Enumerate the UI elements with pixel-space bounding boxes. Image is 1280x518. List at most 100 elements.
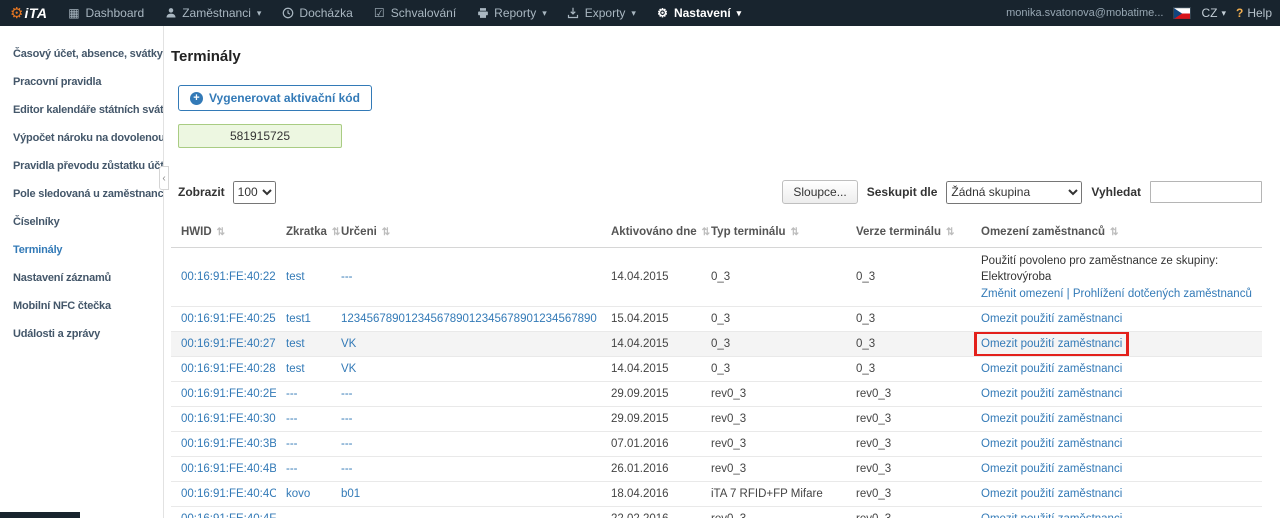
sidebar-item-record-settings[interactable]: Nastavení záznamů xyxy=(0,264,163,292)
urceni-link[interactable]: 1234567890123456789012345678901234567890 xyxy=(341,313,597,325)
chevron-down-icon: ▾ xyxy=(542,8,547,19)
restrict-usage-link[interactable]: Omezit použití zaměstnanci xyxy=(981,338,1122,350)
sidebar-item-balance-transfer-rules[interactable]: Pravidla převodu zůstatku účtů xyxy=(0,152,163,180)
urceni-link[interactable]: --- xyxy=(341,513,353,518)
header-zkratka[interactable]: Zkratka⇅ xyxy=(276,217,331,248)
sidebar-item-codelists[interactable]: Číselníky xyxy=(0,208,163,236)
urceni-link[interactable]: --- xyxy=(341,388,353,400)
zkratka-link[interactable]: test xyxy=(286,271,305,283)
chevron-down-icon: ▾ xyxy=(257,8,262,19)
view-affected-employees-link[interactable]: Prohlížení dotčených zaměstnanců xyxy=(1073,288,1252,300)
nav-label: Dashboard xyxy=(85,6,144,20)
zkratka-link[interactable]: kovo xyxy=(286,488,310,500)
sidebar-item-terminals[interactable]: Terminály xyxy=(0,236,163,264)
header-typ-terminalu[interactable]: Typ terminálu⇅ xyxy=(701,217,846,248)
urceni-cell: VK xyxy=(331,332,601,357)
terminal-version-cell: rev0_3 xyxy=(846,432,971,457)
hwid-link[interactable]: 00:16:91:FE:40:22 xyxy=(181,271,276,283)
chevron-down-icon: ▾ xyxy=(631,8,636,19)
hwid-cell: 00:16:91:FE:40:4B xyxy=(171,457,276,482)
zkratka-link[interactable]: test xyxy=(286,338,305,350)
terminal-version-cell: 0_3 xyxy=(846,248,971,307)
restriction-cell: Omezit použití zaměstnanci xyxy=(971,457,1262,482)
zkratka-cell: test1 xyxy=(276,307,331,332)
urceni-link[interactable]: --- xyxy=(341,271,353,283)
nav-dashboard[interactable]: ▦ Dashboard xyxy=(57,0,154,26)
urceni-link[interactable]: VK xyxy=(341,363,356,375)
header-urceni[interactable]: Určeni⇅ xyxy=(331,217,601,248)
group-by-select[interactable]: Žádná skupina xyxy=(946,181,1082,204)
nav-employees[interactable]: Zaměstnanci ▾ xyxy=(154,0,271,26)
table-row: 00:16:91:FE:40:3B------07.01.2016rev0_3r… xyxy=(171,432,1262,457)
activated-date-cell: 29.09.2015 xyxy=(601,382,701,407)
activated-date-cell: 15.04.2015 xyxy=(601,307,701,332)
hwid-link[interactable]: 00:16:91:FE:40:4B xyxy=(181,463,276,475)
terminal-version-cell: rev0_3 xyxy=(846,407,971,432)
columns-button[interactable]: Sloupce... xyxy=(782,180,857,204)
urceni-link[interactable]: VK xyxy=(341,338,356,350)
zkratka-link[interactable]: test xyxy=(286,363,305,375)
hwid-link[interactable]: 00:16:91:FE:40:4F xyxy=(181,513,276,518)
restriction-cell: Omezit použití zaměstnanci xyxy=(971,482,1262,507)
zkratka-link[interactable]: --- xyxy=(286,513,298,518)
restrict-usage-link[interactable]: Omezit použití zaměstnanci xyxy=(981,438,1122,450)
header-aktivovano-dne[interactable]: Aktivováno dne⇅ xyxy=(601,217,701,248)
search-input[interactable] xyxy=(1150,181,1262,203)
urceni-link[interactable]: --- xyxy=(341,438,353,450)
nav-attendance[interactable]: Docházka xyxy=(271,0,362,26)
hwid-cell: 00:16:91:FE:40:4F xyxy=(171,507,276,518)
sidebar-collapse-handle[interactable]: ‹ xyxy=(159,166,169,190)
sidebar-item-holiday-calendar-editor[interactable]: Editor kalendáře státních svátků xyxy=(0,96,163,124)
sort-icon: ⇅ xyxy=(332,227,340,238)
help-link[interactable]: ? Help xyxy=(1236,6,1272,20)
change-restriction-link[interactable]: Změnit omezení xyxy=(981,288,1063,300)
zkratka-link[interactable]: --- xyxy=(286,413,298,425)
restrict-usage-link[interactable]: Omezit použití zaměstnanci xyxy=(981,488,1122,500)
nav-label: Exporty xyxy=(585,6,626,20)
table-row: 00:16:91:FE:40:27testVK14.04.20150_30_3O… xyxy=(171,332,1262,357)
hwid-link[interactable]: 00:16:91:FE:40:4C xyxy=(181,488,276,500)
nav-reports[interactable]: Reporty ▾ xyxy=(466,0,557,26)
sort-icon: ⇅ xyxy=(702,227,710,238)
urceni-link[interactable]: b01 xyxy=(341,488,360,500)
restrict-usage-link[interactable]: Omezit použití zaměstnanci xyxy=(981,413,1122,425)
zkratka-link[interactable]: --- xyxy=(286,463,298,475)
header-hwid[interactable]: HWID⇅ xyxy=(171,217,276,248)
zkratka-link[interactable]: --- xyxy=(286,388,298,400)
restrict-usage-link[interactable]: Omezit použití zaměstnanci xyxy=(981,513,1122,518)
zkratka-link[interactable]: test1 xyxy=(286,313,311,325)
hwid-link[interactable]: 00:16:91:FE:40:30 xyxy=(181,413,276,425)
restrict-usage-link[interactable]: Omezit použití zaměstnanci xyxy=(981,463,1122,475)
sidebar-item-work-rules[interactable]: Pracovní pravidla xyxy=(0,68,163,96)
nav-exports[interactable]: Exporty ▾ xyxy=(557,0,646,26)
restrict-usage-link[interactable]: Omezit použití zaměstnanci xyxy=(981,388,1122,400)
hwid-link[interactable]: 00:16:91:FE:40:3B xyxy=(181,438,276,450)
sidebar-item-events-messages[interactable]: Události a zprávy xyxy=(0,320,163,348)
hwid-link[interactable]: 00:16:91:FE:40:28 xyxy=(181,363,276,375)
generate-activation-code-button[interactable]: + Vygenerovat aktivační kód xyxy=(178,85,372,111)
sidebar-item-vacation-entitlement[interactable]: Výpočet nároku na dovolenou xyxy=(0,124,163,152)
urceni-link[interactable]: --- xyxy=(341,463,353,475)
restriction-cell: Použití povoleno pro zaměstnance ze skup… xyxy=(971,248,1262,307)
topbar-right: monika.svatonova@mobatime... CZ ▾ ? Help xyxy=(1006,6,1272,20)
user-email[interactable]: monika.svatonova@mobatime... xyxy=(1006,7,1163,19)
language-selector[interactable]: CZ ▾ xyxy=(1201,6,1226,20)
restrict-usage-link[interactable]: Omezit použití zaměstnanci xyxy=(981,313,1122,325)
urceni-link[interactable]: --- xyxy=(341,413,353,425)
nav-settings[interactable]: ⚙ Nastavení ▾ xyxy=(646,0,751,26)
logo-gear-icon: ⚙ xyxy=(10,4,23,22)
sidebar-item-mobile-nfc-reader[interactable]: Mobilní NFC čtečka xyxy=(0,292,163,320)
page-size-select[interactable]: 100 xyxy=(233,181,276,204)
zkratka-link[interactable]: --- xyxy=(286,438,298,450)
hwid-link[interactable]: 00:16:91:FE:40:2E xyxy=(181,388,276,400)
app-logo[interactable]: ⚙ iTA xyxy=(10,4,47,22)
sidebar-item-tracked-fields[interactable]: Pole sledovaná u zaměstnanců xyxy=(0,180,163,208)
header-omezeni-zamestnancu[interactable]: Omezení zaměstnanců⇅ xyxy=(971,217,1262,248)
hwid-link[interactable]: 00:16:91:FE:40:25 xyxy=(181,313,276,325)
hwid-link[interactable]: 00:16:91:FE:40:27 xyxy=(181,338,276,350)
sidebar-item-time-account[interactable]: Časový účet, absence, svátky xyxy=(0,40,163,68)
restrict-usage-link[interactable]: Omezit použití zaměstnanci xyxy=(981,363,1122,375)
terminal-version-cell: 0_3 xyxy=(846,357,971,382)
header-verze-terminalu[interactable]: Verze terminálu⇅ xyxy=(846,217,971,248)
nav-approval[interactable]: ☑ Schvalování xyxy=(363,0,466,26)
